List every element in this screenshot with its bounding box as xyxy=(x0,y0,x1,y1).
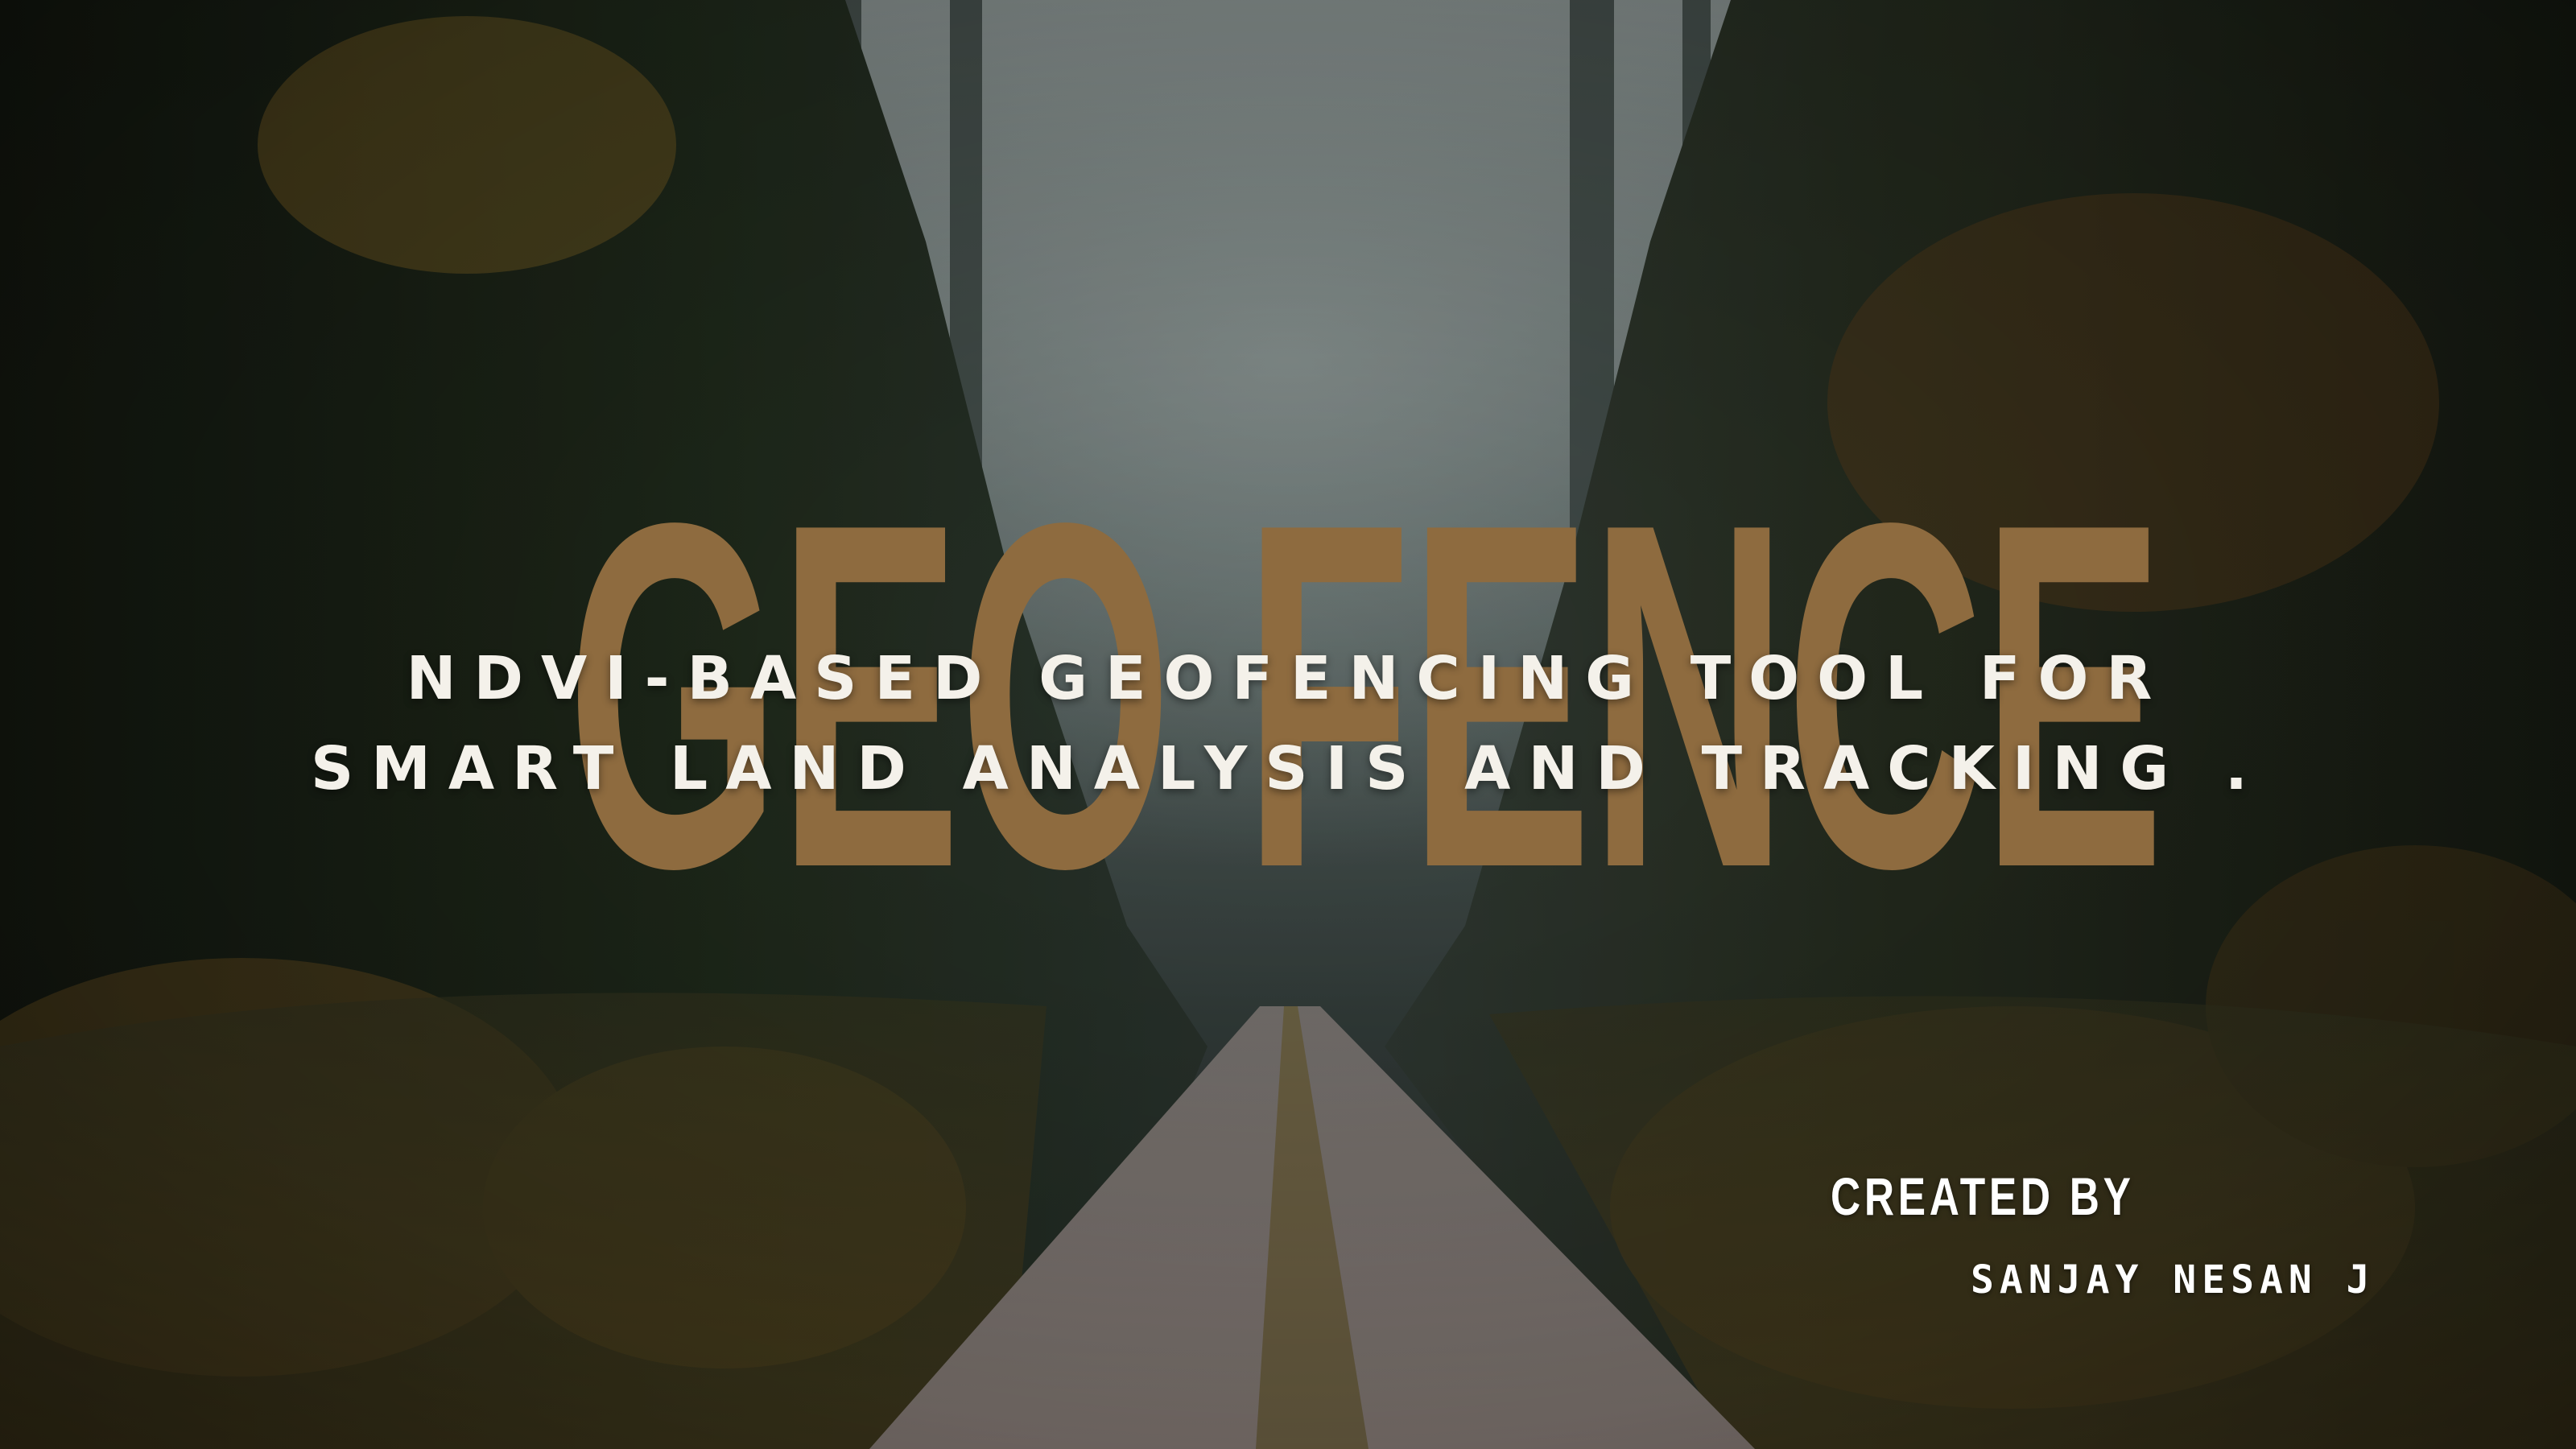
created-by-label: CREATED BY xyxy=(1831,1166,2135,1226)
author-name: SANJAY NESAN J xyxy=(1971,1257,2376,1302)
subtitle-line-1: NDVI-BASED GEOFENCING TOOL FOR xyxy=(406,644,2170,713)
subtitle-line-2: SMART LAND ANALYSIS AND TRACKING . xyxy=(310,734,2266,803)
title-slide: GEO FENCE NDVI-BASED GEOFENCING TOOL FOR… xyxy=(0,0,2576,1449)
